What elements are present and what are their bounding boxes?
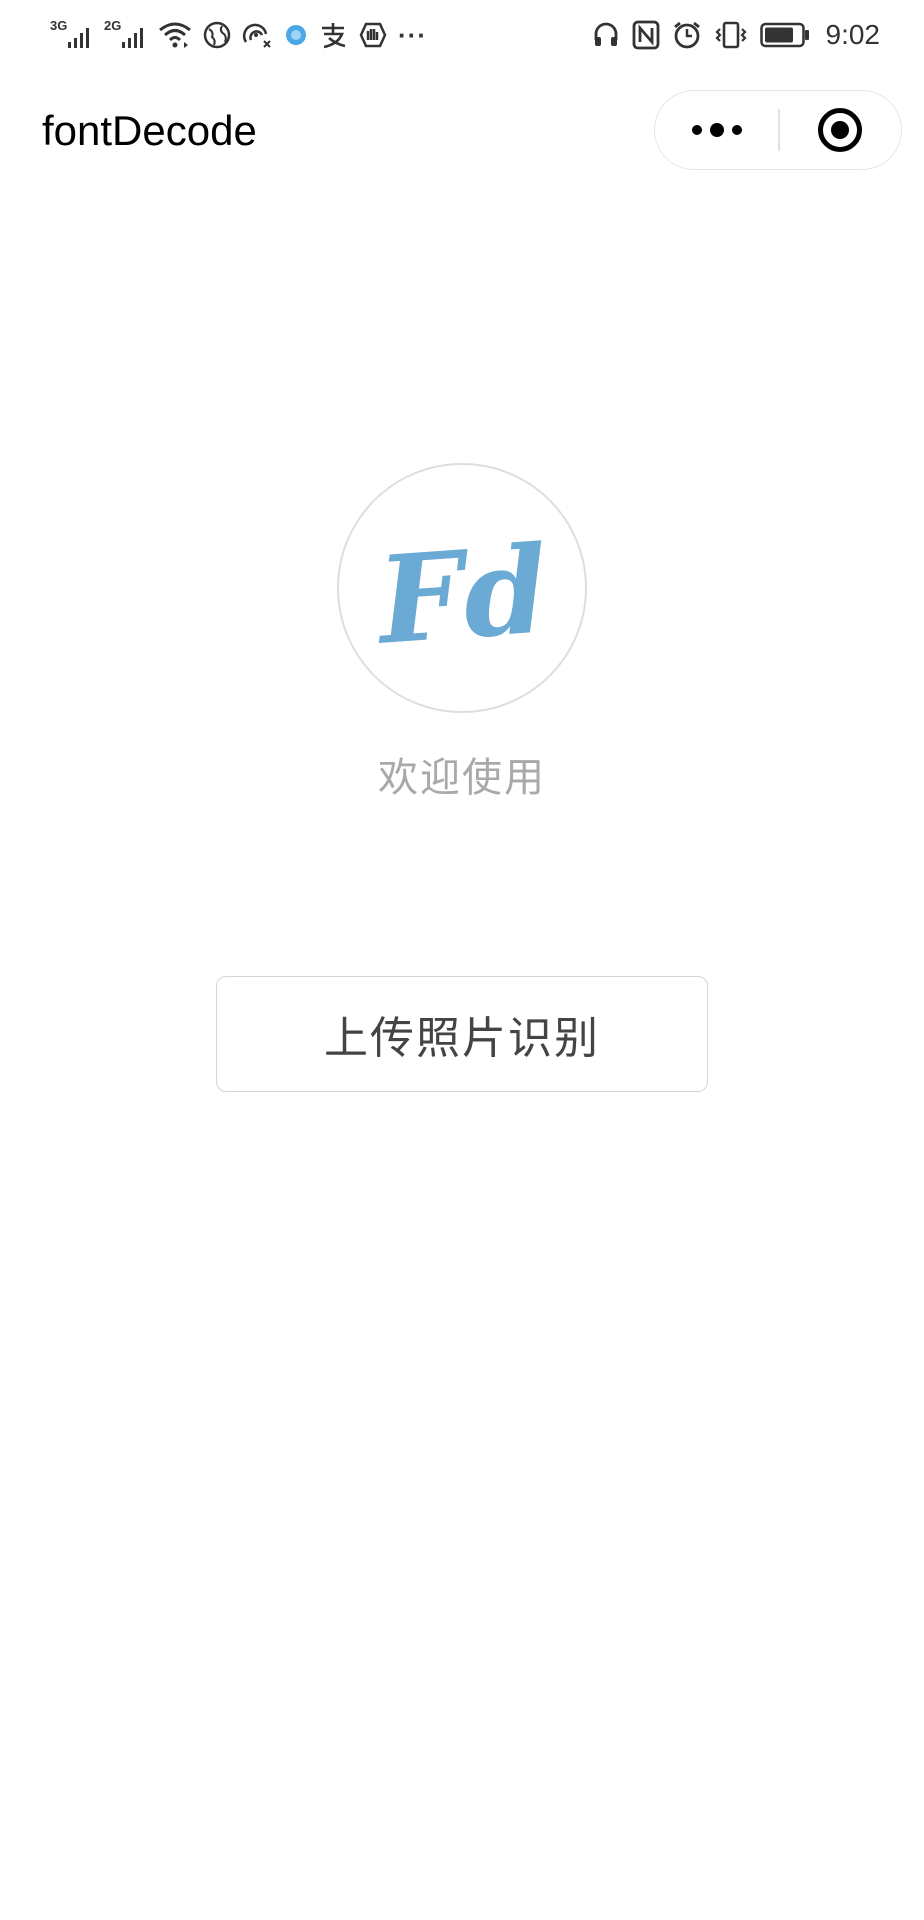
- nfc-icon: [632, 20, 659, 50]
- welcome-text: 欢迎使用: [378, 755, 546, 801]
- headphones-icon: [594, 22, 617, 46]
- more-dots-icon: [691, 122, 742, 137]
- app-notification-icon: [286, 25, 306, 45]
- alipay-icon: [322, 23, 346, 49]
- status-bar-left: 3G 2G ···: [50, 16, 427, 54]
- mini-program-nav-bar: fontDecode: [0, 70, 924, 198]
- status-bar-right: 9:02: [592, 16, 881, 54]
- capsule-menu: [654, 90, 902, 170]
- upload-photo-button[interactable]: 上传照片识别: [216, 976, 708, 1092]
- vibrate-icon: [714, 21, 747, 49]
- app-screen: 3G 2G ··· 9:02 fontDecode Fd 欢迎使用 上传照片识别: [0, 0, 924, 1920]
- alarm-icon: [673, 21, 700, 49]
- logo-text: Fd: [371, 519, 553, 672]
- target-close-icon: [818, 107, 862, 152]
- wifi-icon: [159, 22, 191, 48]
- more-notifications-icon: ···: [398, 19, 427, 50]
- battery-icon: [759, 22, 809, 48]
- status-time: 9:02: [825, 19, 881, 50]
- status-bar: 3G 2G ··· 9:02: [0, 0, 924, 70]
- signal-3g-icon: 3G: [50, 18, 94, 52]
- globe-icon: [203, 21, 231, 49]
- app-logo: Fd: [337, 463, 587, 713]
- more-button[interactable]: [655, 91, 778, 168]
- page-title: fontDecode: [42, 107, 257, 154]
- shield-icon: [359, 22, 387, 48]
- signal-2g-icon: 2G: [104, 18, 148, 52]
- hotspot-icon: [242, 23, 271, 48]
- close-button[interactable]: [780, 91, 900, 168]
